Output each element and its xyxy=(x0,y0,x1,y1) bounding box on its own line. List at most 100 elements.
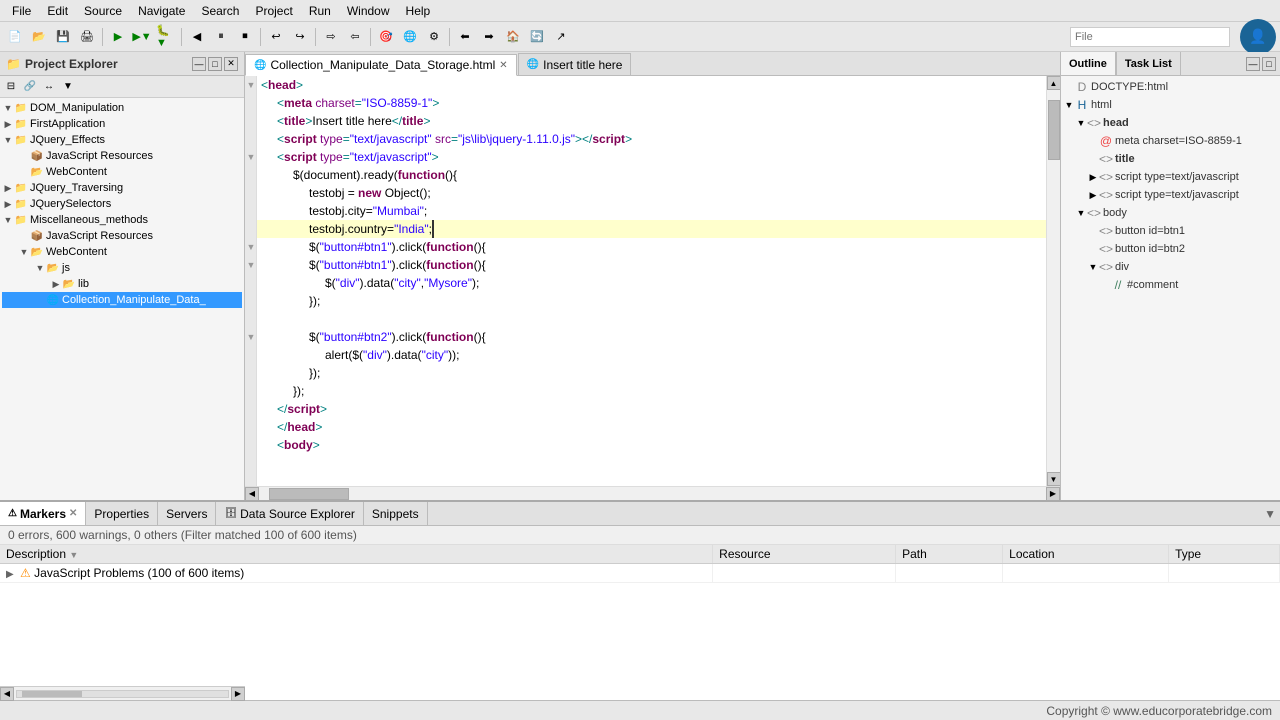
properties-tab[interactable]: Properties xyxy=(86,502,158,525)
scroll-down-button[interactable]: ▼ xyxy=(1047,472,1061,486)
toggle-icon[interactable] xyxy=(18,230,30,242)
prev-button[interactable]: ◀ xyxy=(186,26,208,48)
toggle-icon[interactable]: ▶ xyxy=(2,198,14,210)
project-hscroll[interactable]: ◀ ▶ xyxy=(0,686,245,700)
undo-button[interactable]: ↩ xyxy=(265,26,287,48)
tree-item-js[interactable]: ▼ 📂 js xyxy=(2,260,242,276)
quick-access-input[interactable] xyxy=(1070,27,1230,47)
home-button[interactable]: 🏠 xyxy=(502,26,524,48)
col-resource[interactable]: Resource xyxy=(713,545,896,564)
target-button[interactable]: 🎯 xyxy=(375,26,397,48)
back-button[interactable]: ⬅ xyxy=(454,26,476,48)
snippets-tab[interactable]: Snippets xyxy=(364,502,428,525)
debug-button[interactable]: 🐛▼ xyxy=(155,26,177,48)
toggle-icon[interactable]: ▼ xyxy=(18,246,30,258)
scroll-track[interactable] xyxy=(1047,90,1061,472)
gutter-line[interactable]: ▼ xyxy=(245,256,257,274)
tree-item-jsres1[interactable]: 📦 JavaScript Resources xyxy=(2,148,242,164)
gutter-line[interactable]: ▼ xyxy=(245,148,257,166)
external-button[interactable]: ↗ xyxy=(550,26,572,48)
col-path[interactable]: Path xyxy=(896,545,1003,564)
toggle-icon[interactable] xyxy=(18,166,30,178)
menu-project[interactable]: Project xyxy=(247,2,300,20)
hscroll-thumb[interactable] xyxy=(22,691,82,697)
col-location[interactable]: Location xyxy=(1003,545,1169,564)
menu-help[interactable]: Help xyxy=(398,2,439,20)
hscroll-left-btn[interactable]: ◀ xyxy=(0,687,14,701)
hscroll-right-btn[interactable]: ▶ xyxy=(231,687,245,701)
expand-icon[interactable]: ▶ xyxy=(6,569,14,580)
link-editor-button[interactable]: 🔗 xyxy=(21,78,39,96)
settings-button[interactable]: ⚙ xyxy=(423,26,445,48)
hscroll-track[interactable] xyxy=(16,690,229,698)
globe-button[interactable]: 🌐 xyxy=(399,26,421,48)
outline-item-head[interactable]: ▼ <> head xyxy=(1063,114,1278,132)
hscroll-left-button[interactable]: ◀ xyxy=(245,487,259,501)
horizontal-scrollbar[interactable]: ◀ ▶ xyxy=(245,486,1060,500)
outline-item-comment[interactable]: // #comment xyxy=(1063,276,1278,294)
toggle-icon[interactable]: ▼ xyxy=(2,102,14,114)
outline-item-doctype[interactable]: D DOCTYPE:html xyxy=(1063,78,1278,96)
markers-tab-close[interactable]: ✕ xyxy=(69,508,77,519)
new-button[interactable]: 📄 xyxy=(4,26,26,48)
outline-item-title[interactable]: <> title xyxy=(1063,150,1278,168)
outline-tab[interactable]: Outline xyxy=(1061,52,1116,75)
outline-toggle[interactable]: ▶ xyxy=(1087,172,1099,183)
task-list-tab[interactable]: Task List xyxy=(1117,52,1181,75)
col-type[interactable]: Type xyxy=(1169,545,1280,564)
open-button[interactable]: 📂 xyxy=(28,26,50,48)
hscroll-right-button[interactable]: ▶ xyxy=(1046,487,1060,501)
vertical-scrollbar[interactable]: ▲ ▼ xyxy=(1046,76,1060,486)
run-button[interactable]: ▶ xyxy=(107,26,129,48)
menu-navigate[interactable]: Navigate xyxy=(130,2,193,20)
outline-toggle[interactable]: ▼ xyxy=(1075,118,1087,128)
outline-toggle[interactable]: ▶ xyxy=(1087,190,1099,201)
code-text-area[interactable]: <head> <meta charset="ISO-8859-1"> <titl… xyxy=(257,76,1046,486)
menu-source[interactable]: Source xyxy=(76,2,130,20)
col-description[interactable]: Description ▼ xyxy=(0,545,713,564)
run-config-button[interactable]: ▶▼ xyxy=(131,26,153,48)
outline-item-html[interactable]: ▼ H html xyxy=(1063,96,1278,114)
toggle-icon[interactable]: ▼ xyxy=(34,262,46,274)
outline-item-script2[interactable]: ▶ <> script type=text/javascript xyxy=(1063,186,1278,204)
prev-err-button[interactable]: ⇦ xyxy=(344,26,366,48)
outline-item-div[interactable]: ▼ <> div xyxy=(1063,258,1278,276)
tree-item-dom[interactable]: ▼ 📁 DOM_Manipulation xyxy=(2,100,242,116)
gutter-line[interactable]: ▼ xyxy=(245,76,257,94)
maximize-outline-button[interactable]: □ xyxy=(1262,57,1276,71)
outline-item-meta[interactable]: @ meta charset=ISO-8859-1 xyxy=(1063,132,1278,150)
close-panel-button[interactable]: ✕ xyxy=(224,57,238,71)
toggle-icon[interactable]: ▼ xyxy=(2,134,14,146)
outline-toggle[interactable]: ▼ xyxy=(1087,262,1099,272)
menu-edit[interactable]: Edit xyxy=(39,2,76,20)
tree-item-jqs[interactable]: ▶ 📁 JQuerySelectors xyxy=(2,196,242,212)
next-err-button[interactable]: ⇨ xyxy=(320,26,342,48)
gutter-line[interactable]: ▼ xyxy=(245,238,257,256)
gutter-line[interactable]: ▼ xyxy=(245,328,257,346)
outline-item-body[interactable]: ▼ <> body xyxy=(1063,204,1278,222)
scroll-thumb[interactable] xyxy=(1048,100,1060,160)
toggle-icon[interactable] xyxy=(18,150,30,162)
tree-item-lib[interactable]: ▶ 📂 lib xyxy=(2,276,242,292)
tree-item-first[interactable]: ▶ 📁 FirstApplication xyxy=(2,116,242,132)
data-source-explorer-tab[interactable]: 🗄 Data Source Explorer xyxy=(216,502,363,525)
minimize-button[interactable]: — xyxy=(192,57,206,71)
markers-tab[interactable]: ⚠ Markers ✕ xyxy=(0,502,86,525)
tree-item-wc1[interactable]: 📂 WebContent xyxy=(2,164,242,180)
bottom-panel-menu[interactable]: ▼ xyxy=(1264,507,1276,521)
toggle-icon[interactable]: ▶ xyxy=(2,118,14,130)
collapse-all-button[interactable]: ⊟ xyxy=(2,78,20,96)
tree-item-collection[interactable]: 🌐 Collection_Manipulate_Data_ xyxy=(2,292,242,308)
tab-collection[interactable]: 🌐 Collection_Manipulate_Data_Storage.htm… xyxy=(245,54,517,76)
save-button[interactable]: 💾 xyxy=(52,26,74,48)
scroll-up-button[interactable]: ▲ xyxy=(1047,76,1061,90)
hscroll-track[interactable] xyxy=(259,487,1046,501)
tree-item-wc2[interactable]: ▼ 📂 WebContent xyxy=(2,244,242,260)
code-content[interactable]: ▼ ▼ ▼ ▼ ▼ xyxy=(245,76,1060,486)
toggle-icon[interactable]: ▶ xyxy=(50,278,62,290)
minimize-outline-button[interactable]: — xyxy=(1246,57,1260,71)
refresh-button[interactable]: 🔄 xyxy=(526,26,548,48)
outline-toggle[interactable]: ▼ xyxy=(1063,100,1075,110)
view-menu-button[interactable]: ▼ xyxy=(59,78,77,96)
sync-button[interactable]: ↔ xyxy=(40,78,58,96)
